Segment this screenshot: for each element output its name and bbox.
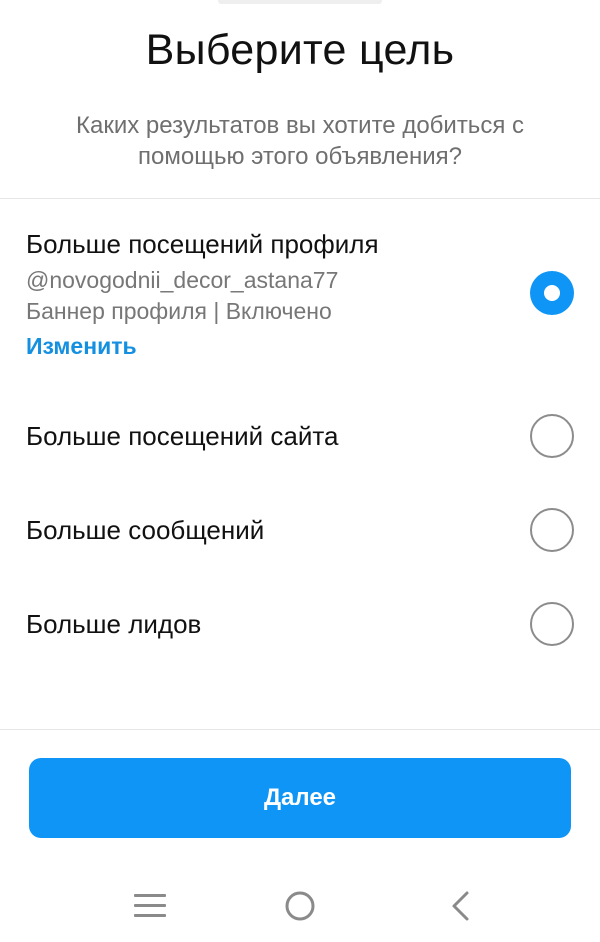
menu-icon[interactable] — [126, 884, 174, 928]
goal-option-title: Больше посещений сайта — [26, 421, 339, 451]
goal-option-messages[interactable]: Больше сообщений — [0, 502, 600, 558]
goal-option-title: Больше лидов — [26, 609, 202, 639]
goal-option-website-visits[interactable]: Больше посещений сайта — [0, 408, 600, 464]
divider-bottom — [0, 729, 600, 730]
goal-option-leads[interactable]: Больше лидов — [0, 596, 600, 652]
next-button[interactable]: Далее — [29, 758, 571, 838]
radio-unselected-icon[interactable] — [530, 508, 574, 552]
system-navigation-bar — [0, 870, 600, 942]
home-circle-icon[interactable] — [276, 884, 324, 928]
sheet-drag-handle[interactable] — [218, 0, 382, 4]
radio-unselected-icon[interactable] — [530, 414, 574, 458]
goal-option-profile-visits[interactable]: Больше посещений профиля @novogodnii_dec… — [0, 226, 600, 366]
profile-handle: @novogodnii_decor_astana77 — [26, 267, 339, 293]
back-chevron-icon[interactable] — [436, 884, 484, 928]
goal-option-title: Больше сообщений — [26, 515, 265, 545]
page-subtitle: Каких результатов вы хотите добиться с п… — [76, 112, 524, 170]
divider-top — [0, 198, 600, 199]
edit-link[interactable]: Изменить — [26, 331, 137, 361]
goal-option-title: Больше посещений профиля — [26, 229, 379, 259]
radio-selected-icon[interactable] — [530, 271, 574, 315]
page-title: Выберите цель — [145, 26, 455, 74]
profile-banner-status: Баннер профиля | Включено — [26, 298, 332, 324]
radio-unselected-icon[interactable] — [530, 602, 574, 646]
